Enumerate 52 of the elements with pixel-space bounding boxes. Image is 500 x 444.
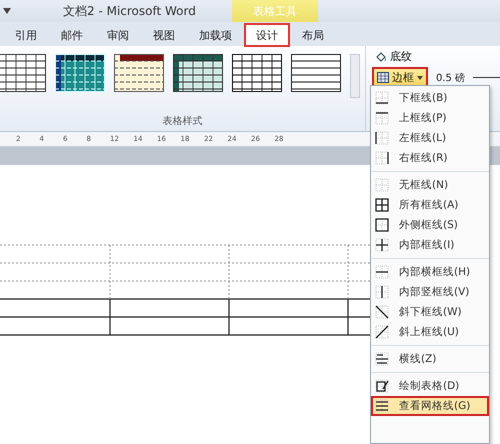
menu-item[interactable]: 斜上框线(U) <box>371 322 489 342</box>
border-style-icon <box>375 178 389 192</box>
border-style-icon <box>375 131 389 145</box>
ribbon-tab[interactable]: 审阅 <box>96 24 140 46</box>
line-weight-value[interactable]: 0.5 磅 <box>436 70 466 84</box>
table-style-thumbnail[interactable] <box>173 54 223 92</box>
ribbon-tab[interactable]: 布局 <box>291 24 335 46</box>
gallery-scrollbar[interactable] <box>350 54 360 98</box>
border-style-icon <box>375 285 389 299</box>
menu-item[interactable]: 下框线(B) <box>371 88 489 108</box>
group-label: 表格样式 <box>162 114 204 128</box>
border-style-icon <box>375 352 389 366</box>
shading-button[interactable]: 底纹 <box>372 48 415 65</box>
border-style-icon <box>375 91 389 105</box>
menu-item[interactable]: 内部框线(I) <box>371 235 489 255</box>
ribbon-tab[interactable]: 邮件 <box>50 24 94 46</box>
table-style-thumbnail[interactable] <box>0 54 46 92</box>
table-icon <box>377 72 389 83</box>
menu-item[interactable]: 无框线(N) <box>371 171 489 195</box>
border-style-icon <box>375 305 389 319</box>
ribbon-tab[interactable]: 视图 <box>142 24 186 46</box>
caret-icon <box>417 76 423 80</box>
dropdown-arrow-icon[interactable] <box>3 8 11 14</box>
border-style-icon <box>375 198 389 212</box>
border-style-icon <box>375 111 389 125</box>
border-style-icon <box>375 399 389 413</box>
paint-bucket-icon <box>375 50 387 62</box>
border-style-icon <box>375 238 389 252</box>
window-title: 文档2 - Microsoft Word <box>63 2 196 20</box>
menu-item[interactable]: 查看网格线(G) <box>371 396 489 416</box>
table-style-thumbnail[interactable] <box>232 54 282 92</box>
menu-item[interactable]: 所有框线(A) <box>371 195 489 215</box>
border-style-icon <box>375 218 389 232</box>
border-style-icon <box>375 325 389 339</box>
menu-item[interactable]: 外侧框线(S) <box>371 215 489 235</box>
menu-item[interactable]: 上框线(P) <box>371 108 489 128</box>
ribbon-tab[interactable]: 引用 <box>4 24 48 46</box>
border-style-icon <box>375 151 389 165</box>
table-style-thumbnail[interactable] <box>291 54 341 92</box>
border-style-icon <box>375 379 389 393</box>
menu-item[interactable]: 右框线(R) <box>371 148 489 168</box>
ribbon-tab[interactable]: 加载项 <box>188 24 243 46</box>
menu-item[interactable]: 左框线(L) <box>371 128 489 148</box>
contextual-tab-group: 表格工具 <box>232 0 318 22</box>
ribbon-tab[interactable]: 设计 <box>245 24 289 46</box>
border-style-icon <box>375 265 389 279</box>
table-style-thumbnail[interactable] <box>114 54 164 92</box>
menu-item[interactable]: 内部竖框线(V) <box>371 282 489 302</box>
menu-item[interactable]: 横线(Z) <box>371 345 489 369</box>
menu-item[interactable]: 内部横框线(H) <box>371 258 489 282</box>
line-sample <box>473 77 500 78</box>
menu-item[interactable]: 斜下框线(W) <box>371 302 489 322</box>
